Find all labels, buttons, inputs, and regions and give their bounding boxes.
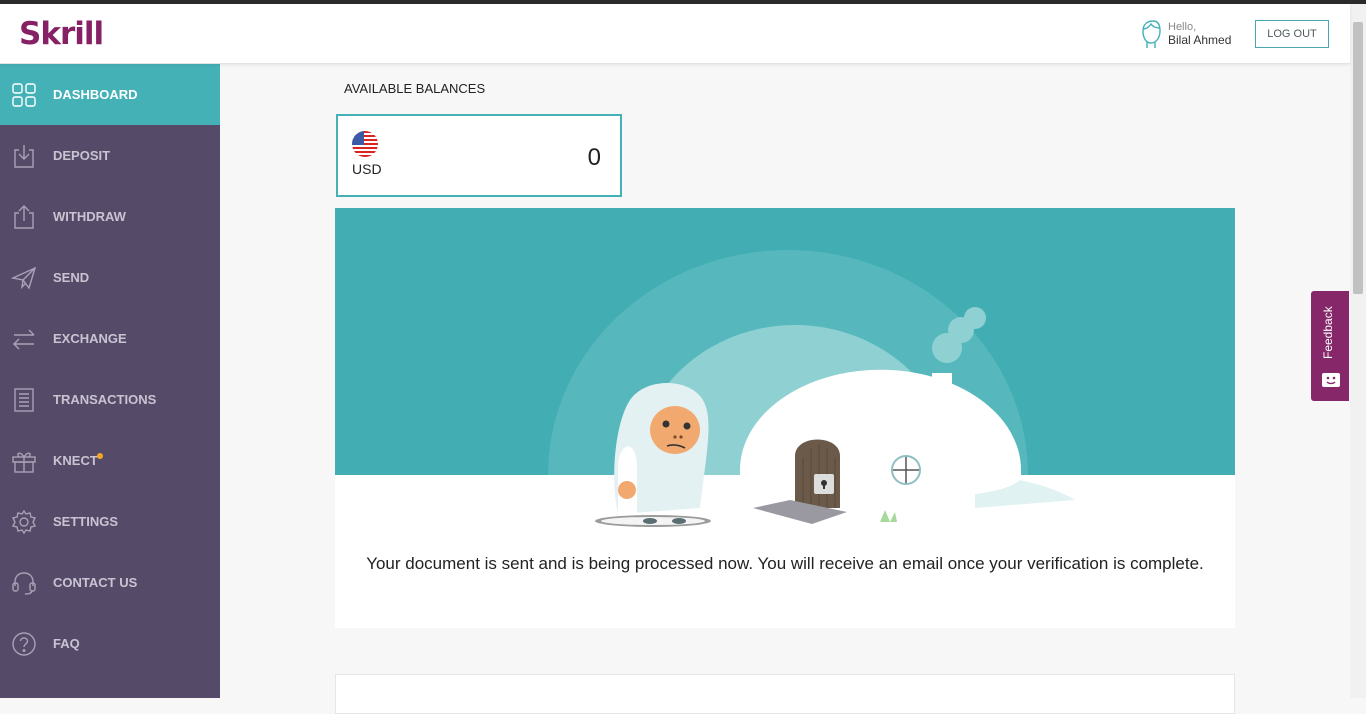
sidebar-item-dashboard[interactable]: DASHBOARD — [0, 64, 220, 125]
sidebar-item-label: KNECT — [53, 453, 98, 468]
verification-banner: Your document is sent and is being proce… — [335, 208, 1235, 628]
sidebar-item-label: EXCHANGE — [53, 331, 127, 346]
sidebar-item-label: DASHBOARD — [53, 87, 138, 102]
sidebar-item-label: TRANSACTIONS — [53, 392, 157, 407]
user-name: Bilal Ahmed — [1168, 33, 1232, 47]
feedback-face-icon — [1322, 373, 1340, 387]
withdraw-icon — [11, 204, 37, 230]
sidebar-item-deposit[interactable]: DEPOSIT — [0, 125, 220, 186]
us-flag-icon — [352, 131, 378, 157]
available-balances-title: AVAILABLE BALANCES — [344, 81, 486, 96]
sidebar-item-label: SETTINGS — [53, 514, 119, 529]
headset-icon — [11, 570, 37, 596]
scrollbar-thumb[interactable] — [1353, 22, 1363, 294]
sidebar-item-label: DEPOSIT — [53, 148, 111, 163]
notification-dot — [97, 453, 103, 459]
page-scrollbar[interactable] — [1350, 4, 1366, 698]
gift-icon — [11, 448, 37, 474]
deposit-icon — [11, 143, 37, 169]
gear-icon — [11, 509, 37, 535]
feedback-tab[interactable]: Feedback — [1311, 291, 1349, 401]
exchange-arrows-icon — [11, 326, 37, 352]
feedback-label: Feedback — [1321, 306, 1335, 359]
yeti-igloo-illustration — [425, 250, 1145, 527]
secondary-card — [335, 674, 1235, 714]
user-avatar-icon — [1142, 20, 1161, 48]
dashboard-grid-icon — [11, 82, 37, 108]
skrill-logo[interactable]: Skrill — [19, 16, 104, 52]
balance-card-usd[interactable]: USD 0 — [336, 114, 622, 197]
paper-plane-icon — [11, 265, 37, 291]
sidebar-item-exchange[interactable]: EXCHANGE — [0, 308, 220, 369]
sidebar: DASHBOARD DEPOSIT WITHDRAW SEND EXCHANGE… — [0, 64, 220, 698]
top-header: Skrill Hello, Bilal Ahmed LOG OUT — [0, 4, 1350, 64]
sidebar-item-label: SEND — [53, 270, 90, 285]
sidebar-item-withdraw[interactable]: WITHDRAW — [0, 186, 220, 247]
balance-amount: 0 — [587, 144, 601, 171]
transactions-icon — [11, 387, 37, 413]
sidebar-item-label: WITHDRAW — [53, 209, 126, 224]
logout-button[interactable]: LOG OUT — [1255, 20, 1329, 48]
question-icon — [11, 631, 37, 657]
sidebar-item-transactions[interactable]: TRANSACTIONS — [0, 369, 220, 430]
sidebar-item-faq[interactable]: FAQ — [0, 613, 220, 674]
verification-message: Your document is sent and is being proce… — [366, 554, 1204, 573]
sidebar-item-knect[interactable]: KNECT — [0, 430, 220, 491]
currency-code: USD — [352, 161, 382, 177]
sidebar-item-send[interactable]: SEND — [0, 247, 220, 308]
sidebar-item-contact-us[interactable]: CONTACT US — [0, 552, 220, 613]
sidebar-item-label: CONTACT US — [53, 575, 138, 590]
sidebar-item-label: FAQ — [53, 636, 80, 651]
main-content: AVAILABLE BALANCES USD 0 Your document i… — [220, 64, 1350, 714]
sidebar-item-settings[interactable]: SETTINGS — [0, 491, 220, 552]
user-menu[interactable]: Hello, Bilal Ahmed — [1139, 19, 1231, 49]
